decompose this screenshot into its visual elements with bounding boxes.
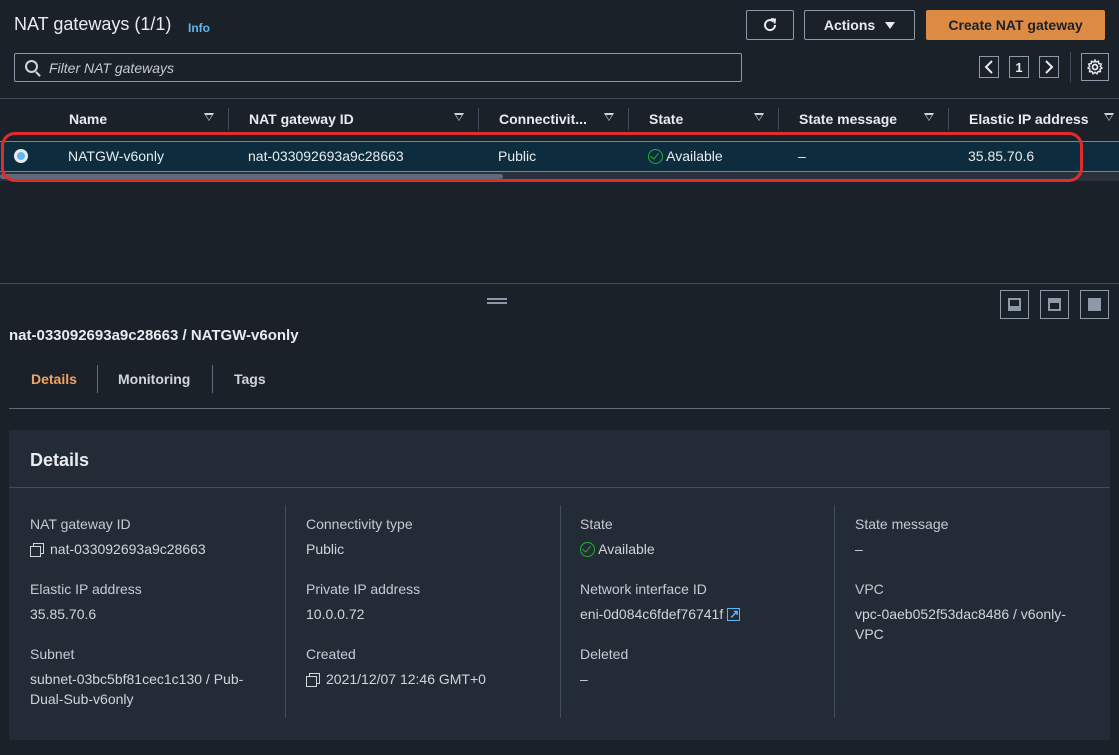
- deleted-label: Deleted: [580, 646, 629, 662]
- tab-tags[interactable]: Tags: [234, 371, 266, 387]
- tabs-underline: [9, 408, 1110, 409]
- panel-side-icon: [1048, 298, 1061, 311]
- column-header-connectivity[interactable]: Connectivit...: [499, 111, 587, 127]
- sort-icon[interactable]: [754, 113, 764, 121]
- pager-next-button[interactable]: [1039, 56, 1059, 78]
- nat-id-label: NAT gateway ID: [30, 516, 131, 532]
- sort-icon[interactable]: [204, 113, 214, 121]
- vpc-line-2[interactable]: VPC: [855, 624, 1066, 644]
- page-title: NAT gateways (1/1): [14, 14, 172, 34]
- subnet-link[interactable]: subnet-03bc5bf81cec1c130 / Pub- Dual-Sub…: [30, 669, 243, 709]
- column-header-elastic-ip[interactable]: Elastic IP address: [969, 111, 1089, 127]
- private-ip-value: 10.0.0.72: [306, 606, 365, 622]
- column-divider[interactable]: [778, 108, 779, 130]
- eni-value[interactable]: eni-0d084c6fdef76741f: [580, 604, 741, 624]
- pager-page-number[interactable]: 1: [1009, 56, 1029, 78]
- tab-divider: [212, 365, 213, 393]
- refresh-button[interactable]: [746, 10, 794, 40]
- search-icon: [25, 60, 38, 73]
- drag-handle-icon[interactable]: [487, 298, 507, 304]
- eip-label: Elastic IP address: [30, 581, 142, 597]
- created-value: 2021/12/07 12:46 GMT+0: [306, 669, 486, 689]
- private-ip-label: Private IP address: [306, 581, 421, 597]
- column-header-name[interactable]: Name: [69, 111, 107, 127]
- chevron-left-icon: [984, 60, 993, 74]
- split-bottom-button[interactable]: [1000, 290, 1029, 319]
- panel-title: Details: [30, 450, 90, 470]
- state-message-label: State message: [855, 516, 949, 532]
- created-text: 2021/12/07 12:46 GMT+0: [326, 671, 486, 687]
- tab-details[interactable]: Details: [31, 371, 77, 387]
- vpc-line-1[interactable]: vpc-0aeb052f53dac8486 / v6only-: [855, 604, 1066, 624]
- connectivity-value: Public: [306, 541, 345, 557]
- created-label: Created: [306, 646, 356, 662]
- sort-icon[interactable]: [924, 113, 934, 121]
- state-text: Available: [598, 541, 655, 557]
- actions-label: Actions: [823, 17, 876, 33]
- column-header-state[interactable]: State: [649, 111, 683, 127]
- check-circle-icon: [580, 542, 595, 557]
- state-value: Available: [580, 539, 655, 559]
- split-divider: [0, 283, 1119, 284]
- pager-prev-button[interactable]: [979, 56, 999, 78]
- column-header-nat-id[interactable]: NAT gateway ID: [249, 111, 354, 127]
- refresh-icon: [764, 18, 777, 32]
- divider: [1070, 52, 1071, 82]
- split-full-button[interactable]: [1080, 290, 1109, 319]
- connectivity-label: Connectivity type: [306, 516, 413, 532]
- state-label: State: [580, 516, 613, 532]
- filter-search-box[interactable]: Filter NAT gateways: [14, 53, 742, 82]
- panel-full-icon: [1088, 298, 1101, 311]
- column-divider: [560, 505, 561, 718]
- column-divider[interactable]: [628, 108, 629, 130]
- copy-icon[interactable]: [306, 673, 320, 687]
- subnet-line-2[interactable]: Dual-Sub-v6only: [30, 689, 243, 709]
- column-divider: [285, 505, 286, 718]
- annotation-highlight: [1, 132, 1083, 182]
- info-link[interactable]: Info: [188, 21, 210, 35]
- search-input[interactable]: Filter NAT gateways: [49, 60, 174, 76]
- eip-value: 35.85.70.6: [30, 606, 97, 622]
- column-divider: [834, 505, 835, 718]
- actions-button[interactable]: Actions: [804, 10, 915, 40]
- table-top-border: [0, 98, 1119, 99]
- vpc-label: VPC: [855, 581, 884, 597]
- deleted-value: –: [580, 671, 588, 687]
- tab-divider: [97, 365, 98, 393]
- preferences-button[interactable]: [1081, 53, 1109, 81]
- detail-title: nat-033092693a9c28663 / NATGW-v6only: [9, 327, 299, 344]
- nat-id-value: nat-033092693a9c28663: [30, 539, 206, 559]
- state-message-value: –: [855, 541, 863, 557]
- create-nat-gateway-button[interactable]: Create NAT gateway: [926, 10, 1105, 40]
- eni-label: Network interface ID: [580, 581, 707, 597]
- tab-monitoring[interactable]: Monitoring: [118, 371, 190, 387]
- eni-link[interactable]: eni-0d084c6fdef76741f: [580, 606, 723, 622]
- nat-id-text: nat-033092693a9c28663: [50, 541, 206, 557]
- external-link-icon[interactable]: [727, 604, 741, 624]
- sort-icon[interactable]: [604, 113, 614, 121]
- vpc-link[interactable]: vpc-0aeb052f53dac8486 / v6only- VPC: [855, 604, 1066, 644]
- column-divider[interactable]: [228, 108, 229, 130]
- copy-icon[interactable]: [30, 543, 44, 557]
- split-side-button[interactable]: [1040, 290, 1069, 319]
- panel-bottom-icon: [1008, 298, 1021, 311]
- caret-down-icon: [885, 21, 896, 29]
- sort-icon[interactable]: [454, 113, 464, 121]
- sort-icon[interactable]: [1104, 113, 1114, 121]
- gear-icon: [1087, 59, 1103, 75]
- column-divider[interactable]: [948, 108, 949, 130]
- subnet-line-1[interactable]: subnet-03bc5bf81cec1c130 / Pub-: [30, 669, 243, 689]
- column-header-state-message[interactable]: State message: [799, 111, 897, 127]
- column-divider[interactable]: [478, 108, 479, 130]
- panel-divider: [9, 487, 1110, 488]
- subnet-label: Subnet: [30, 646, 75, 662]
- chevron-right-icon: [1045, 60, 1054, 74]
